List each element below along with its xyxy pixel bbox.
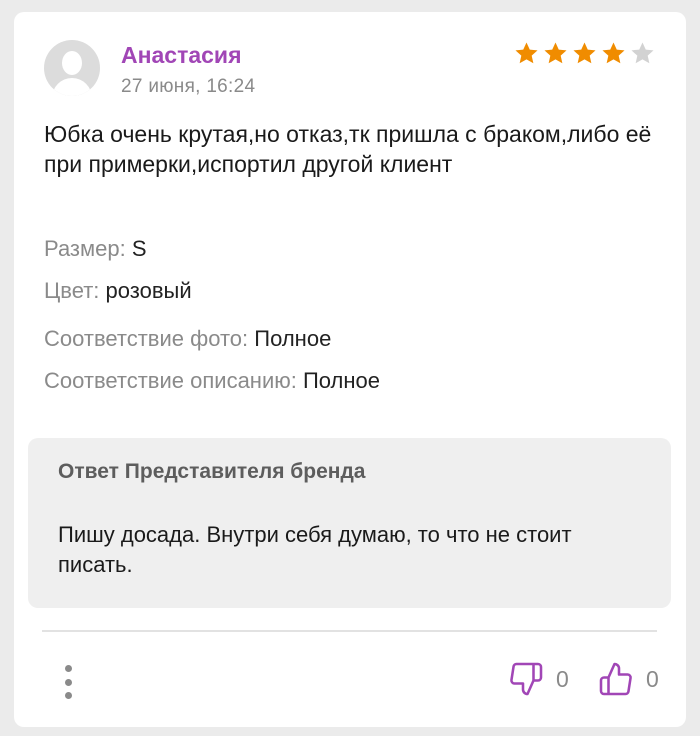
description-match-value: Полное — [302, 368, 381, 393]
photo-match-label: Соответствие фото: — [44, 326, 249, 351]
star-filled-icon — [602, 42, 625, 64]
reply-title: Ответ Представителя бренда — [58, 460, 366, 483]
star-filled-icon — [544, 42, 567, 64]
avatar-body — [52, 78, 92, 96]
star-empty-icon — [631, 42, 654, 64]
description-match-row: Соответствие описанию: Полное — [44, 368, 380, 394]
review-text: Юбка очень крутая,но отказ,тк пришла с б… — [44, 121, 652, 177]
photo-match-row: Соответствие фото: Полное — [44, 326, 331, 352]
thumbs-down-icon — [510, 662, 543, 696]
star-filled-icon — [515, 42, 538, 64]
more-vertical-icon[interactable] — [56, 662, 80, 702]
star-filled-icon — [573, 42, 596, 64]
like-button[interactable]: 0 — [598, 660, 659, 698]
rating-stars — [513, 40, 656, 67]
reply-text: Пишу досада. Внутри себя думаю, то что н… — [58, 522, 572, 577]
more-dot — [64, 665, 72, 672]
size-value: S — [131, 236, 147, 261]
photo-match-value: Полное — [254, 326, 332, 351]
review-date: 27 июня, 16:24 — [121, 76, 256, 97]
thumbs-up-icon — [599, 662, 632, 696]
brand-reply: Ответ Представителя бренда Пишу досада. … — [28, 438, 671, 608]
color-row: Цвет: розовый — [44, 278, 192, 304]
size-row: Размер: S — [44, 236, 147, 262]
divider — [42, 630, 657, 632]
more-dot — [64, 692, 72, 699]
review-card: Анастасия 27 июня, 16:24 Юбка очень крут… — [14, 12, 686, 727]
dislike-button[interactable]: 0 — [508, 660, 569, 698]
color-label: Цвет: — [44, 278, 100, 303]
author-name[interactable]: Анастасия — [121, 42, 242, 69]
like-count: 0 — [646, 665, 659, 692]
size-label: Размер: — [44, 236, 126, 261]
color-value: розовый — [105, 278, 192, 303]
more-dot — [64, 678, 72, 686]
avatar-head — [62, 51, 82, 75]
avatar — [44, 40, 100, 96]
dislike-count: 0 — [556, 665, 569, 692]
description-match-label: Соответствие описанию: — [44, 368, 297, 393]
